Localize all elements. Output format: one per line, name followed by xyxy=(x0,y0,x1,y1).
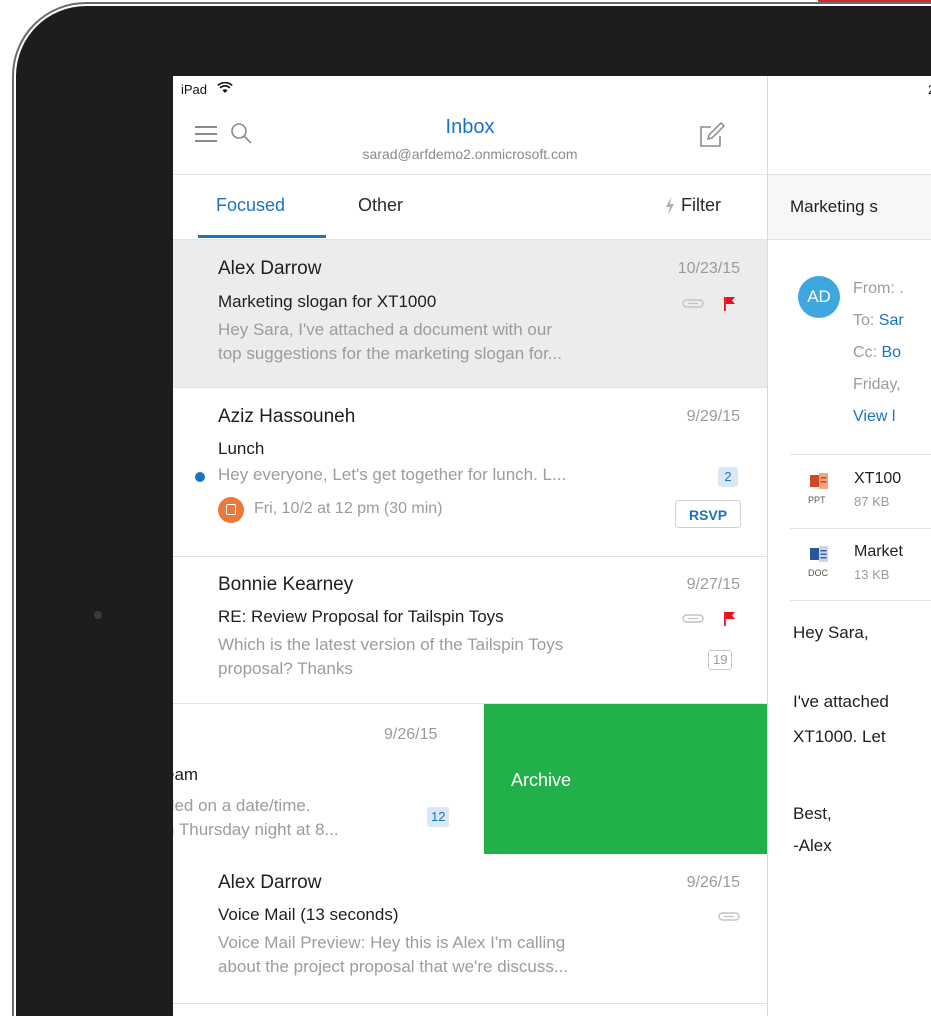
avatar[interactable]: AD xyxy=(798,276,840,318)
event-time: Fri, 10/2 at 12 pm (30 min) xyxy=(254,500,443,517)
account-email: sarad@arfdemo2.onmicrosoft.com xyxy=(362,146,578,162)
status-device-label: iPad xyxy=(181,82,208,97)
rsvp-button[interactable]: RSVP xyxy=(675,500,741,528)
message-date: 9/27/15 xyxy=(686,576,740,593)
sender-name: Alex Darrow xyxy=(218,258,322,279)
attachment-icon xyxy=(718,912,740,921)
body-line-1: I've attached xyxy=(793,692,889,711)
message-row-1[interactable]: Alex Darrow 10/23/15 Marketing slogan fo… xyxy=(173,240,767,388)
attachment-size: 87 KB xyxy=(854,494,890,509)
active-tab-indicator xyxy=(198,235,326,238)
thread-count-badge: 19 xyxy=(708,650,733,670)
flag-icon xyxy=(724,297,735,311)
message-preview-line-1: ded on a date/time. xyxy=(173,796,311,815)
word-file-icon xyxy=(810,546,828,562)
message-row-4-swiped[interactable]: 9/26/15 eam ded on a date/time. n Thursd… xyxy=(173,704,767,854)
message-preview-line-1: Voice Mail Preview: Hey this is Alex I'm… xyxy=(218,933,566,952)
message-date: 9/26/15 xyxy=(384,726,438,743)
thread-count-badge: 12 xyxy=(427,807,450,827)
attachment-name: XT100 xyxy=(854,470,902,487)
attachment-icon xyxy=(682,299,704,308)
sender-name: Aziz Hassouneh xyxy=(218,406,356,427)
attachment-size: 13 KB xyxy=(854,567,890,582)
view-link[interactable]: View l xyxy=(853,408,895,426)
message-row-2[interactable]: Aziz Hassouneh 9/29/15 Lunch Hey everyon… xyxy=(173,388,767,557)
cc-field: Cc: Bo xyxy=(853,344,901,362)
row-divider xyxy=(173,1003,767,1004)
cc-recipient-link[interactable]: Bo xyxy=(881,344,901,361)
filter-label: Filter xyxy=(681,195,721,215)
message-subject: Marketing slogan for XT1000 xyxy=(218,292,437,311)
message-subject: Lunch xyxy=(218,439,265,458)
screen: iPad Inbox sarad@arfdemo2.onmicrosoft.co… xyxy=(173,76,931,1016)
message-subject: Voice Mail (13 seconds) xyxy=(218,905,399,924)
page-title: Inbox xyxy=(445,116,495,138)
message-preview-line-1: Hey Sara, I've attached a document with … xyxy=(218,320,552,339)
to-recipient-link[interactable]: Sar xyxy=(879,312,904,329)
body-line-2: XT1000. Let xyxy=(793,727,886,746)
to-label: To: xyxy=(853,312,879,329)
wifi-icon xyxy=(217,82,233,93)
calendar-icon xyxy=(218,497,244,523)
attachment-divider xyxy=(790,528,931,529)
message-subject: eam xyxy=(173,765,199,784)
message-preview-line-2: n Thursday night at 8... xyxy=(173,820,339,839)
meta-divider xyxy=(790,454,931,455)
inbox-tabs: Focused Other Filter xyxy=(173,175,767,239)
compose-icon[interactable] xyxy=(697,122,725,150)
sender-name: Alex Darrow xyxy=(218,872,322,893)
tab-focused[interactable]: Focused xyxy=(216,195,285,216)
attachment-icon xyxy=(682,614,704,623)
attachment-type: DOC xyxy=(808,568,828,578)
message-preview-line-2: proposal? Thanks xyxy=(218,659,353,678)
filter-button[interactable]: Filter xyxy=(662,195,721,216)
message-date: 9/29/15 xyxy=(686,408,740,425)
ipad-device: iPad Inbox sarad@arfdemo2.onmicrosoft.co… xyxy=(0,0,931,1016)
message-preview-line-1: Which is the latest version of the Tails… xyxy=(218,635,564,654)
cc-label: Cc: xyxy=(853,344,882,361)
flag-icon xyxy=(724,612,735,626)
attachment-name: Market xyxy=(854,543,903,560)
thread-count-badge: 2 xyxy=(718,467,738,487)
message-subject: RE: Review Proposal for Tailspin Toys xyxy=(218,607,504,626)
message-date: 9/26/15 xyxy=(686,874,740,891)
sender-name: Bonnie Kearney xyxy=(218,574,354,595)
unread-indicator xyxy=(195,472,205,482)
attachment-divider xyxy=(790,600,931,601)
camera-icon xyxy=(94,611,102,619)
message-row-5[interactable]: Alex Darrow 9/26/15 Voice Mail (13 secon… xyxy=(173,854,767,1004)
archive-label: Archive xyxy=(511,770,572,790)
tab-other[interactable]: Other xyxy=(358,195,403,216)
message-date: 10/23/15 xyxy=(677,260,740,277)
reading-subject-bar: Marketing s xyxy=(768,175,931,239)
body-signature: -Alex xyxy=(793,836,832,855)
message-preview-line-2: top suggestions for the marketing slogan… xyxy=(218,344,562,363)
swiped-message-content: 9/26/15 eam ded on a date/time. n Thursd… xyxy=(173,704,484,854)
powerpoint-file-icon xyxy=(810,473,828,489)
reading-pane: 2 Marketing s AD From: . To: Sar Cc: Bo … xyxy=(768,76,931,1016)
attachment-type: PPT xyxy=(808,495,826,505)
inbox-pane: iPad Inbox sarad@arfdemo2.onmicrosoft.co… xyxy=(173,76,767,1016)
from-field: From: . xyxy=(853,280,904,297)
reading-subject: Marketing s xyxy=(790,197,878,216)
body-signoff: Best, xyxy=(793,804,832,823)
message-preview-line-2: about the project proposal that we're di… xyxy=(218,957,569,976)
body-greeting: Hey Sara, xyxy=(793,623,869,642)
to-field: To: Sar xyxy=(853,312,904,330)
message-preview-line-1: Hey everyone, Let's get together for lun… xyxy=(218,465,567,484)
subject-divider xyxy=(768,239,931,240)
sent-date: Friday, xyxy=(853,376,901,393)
message-row-3[interactable]: Bonnie Kearney 9/27/15 RE: Review Propos… xyxy=(173,557,767,704)
